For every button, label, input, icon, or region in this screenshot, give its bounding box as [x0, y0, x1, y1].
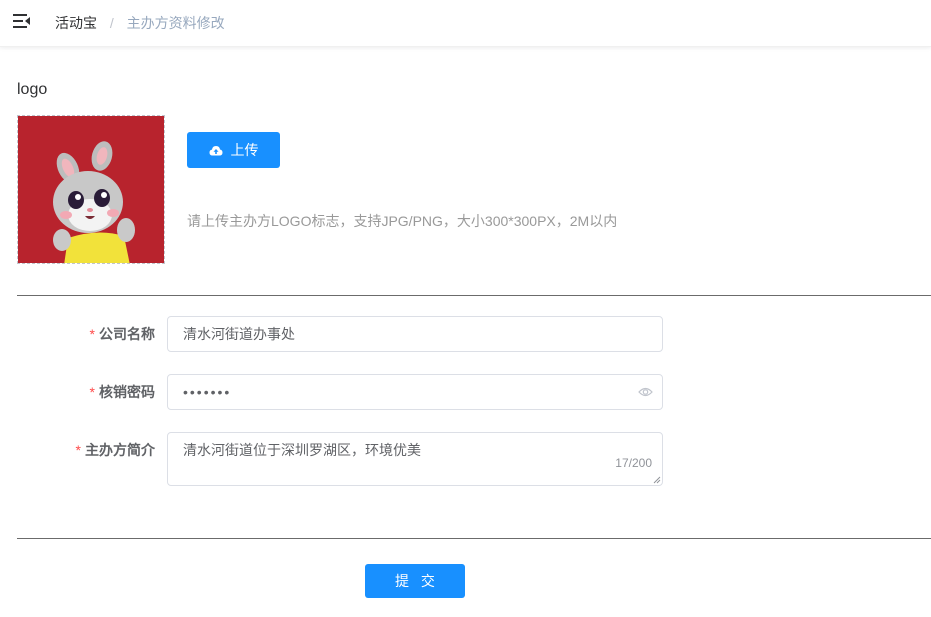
upload-button-label: 上传 [230, 142, 259, 158]
menu-fold-icon[interactable] [13, 13, 31, 29]
submit-button[interactable]: 提 交 [365, 564, 465, 598]
required-mark: * [89, 326, 95, 342]
intro-label-text: 主办方简介 [85, 442, 155, 458]
divider-top [17, 295, 931, 296]
logo-preview[interactable] [17, 115, 165, 264]
breadcrumb-home[interactable]: 活动宝 [55, 15, 97, 31]
breadcrumb-current: 主办方资料修改 [126, 15, 225, 31]
company-name-value: 清水河街道办事处 [183, 326, 295, 342]
password-label-text: 核销密码 [99, 384, 155, 400]
company-name-label: * 公司名称 [15, 316, 155, 352]
breadcrumb-separator: / [109, 15, 114, 31]
bunny-cartoon-image [18, 116, 164, 263]
required-mark: * [75, 442, 81, 458]
password-input[interactable]: ••••••• [167, 374, 663, 410]
upload-tip: 请上传主办方LOGO标志，支持JPG/PNG，大小300*300PX，2M以内 [187, 213, 618, 229]
divider-bottom [17, 538, 931, 539]
intro-value: 清水河街道位于深圳罗湖区，环境优美 [183, 442, 421, 458]
company-name-input[interactable]: 清水河街道办事处 [167, 316, 663, 352]
logo-section-title: logo [17, 81, 48, 98]
intro-label: * 主办方简介 [15, 432, 155, 468]
intro-textarea[interactable]: 清水河街道位于深圳罗湖区，环境优美 17/200 [167, 432, 663, 486]
resize-handle-icon[interactable] [653, 476, 661, 484]
password-value: ••••••• [183, 384, 232, 400]
required-mark: * [89, 384, 95, 400]
company-name-label-text: 公司名称 [99, 326, 155, 342]
password-label: * 核销密码 [15, 374, 155, 410]
upload-button[interactable]: 上传 [187, 132, 280, 168]
breadcrumb: 活动宝 / 主办方资料修改 [55, 14, 225, 32]
top-navbar: 活动宝 / 主办方资料修改 [0, 0, 931, 47]
cloud-upload-icon [209, 145, 222, 155]
eye-icon[interactable] [638, 386, 653, 398]
char-count: 17/200 [615, 456, 652, 470]
